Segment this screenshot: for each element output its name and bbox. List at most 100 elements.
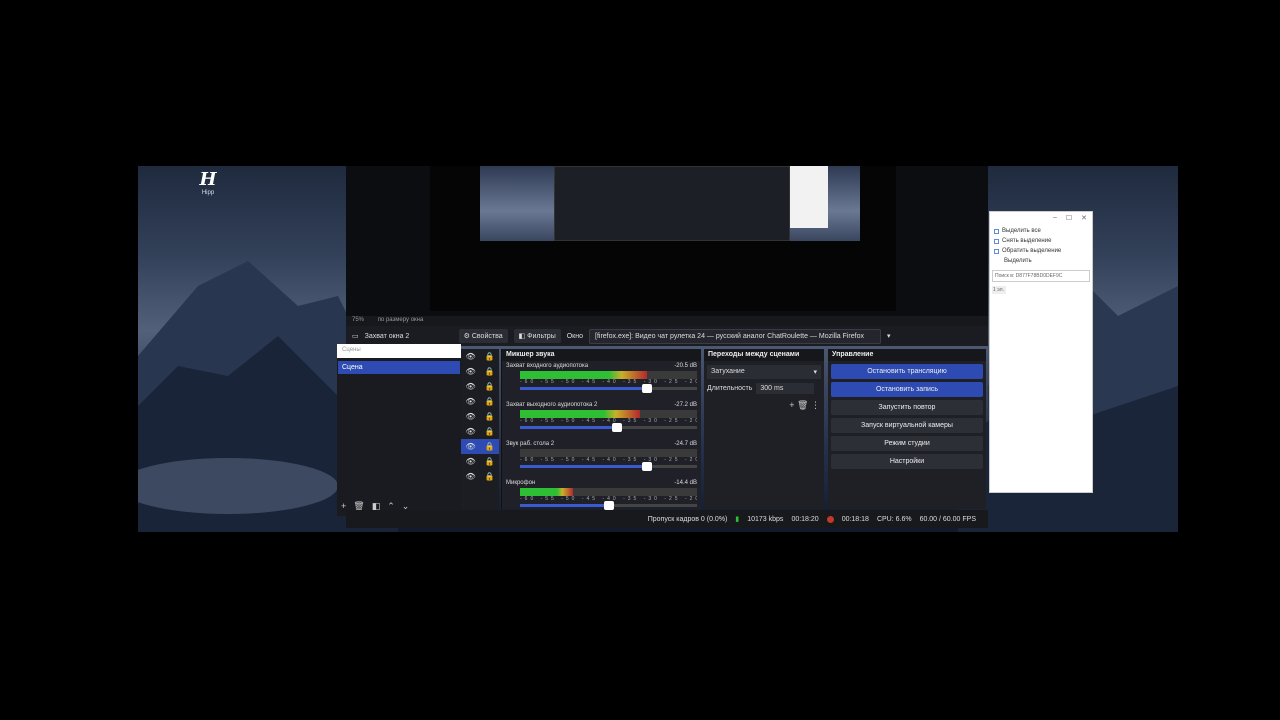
mixer-channel: Захват выходного аудиопотока 2 -27.2 dB … xyxy=(502,400,701,439)
channel-header: Захват выходного аудиопотока 2 -27.2 dB xyxy=(506,402,697,408)
eye-icon[interactable]: 👁 xyxy=(465,367,475,376)
eye-icon[interactable]: 👁 xyxy=(465,457,475,466)
channel-db: -14.4 dB xyxy=(674,480,697,486)
source-row[interactable]: 👁 🔒 xyxy=(461,469,499,484)
source-row[interactable]: 👁 🔒 xyxy=(461,379,499,394)
source-row[interactable]: 👁 🔒 xyxy=(461,364,499,379)
eye-icon[interactable]: 👁 xyxy=(465,442,475,451)
meter-ticks: -60 -55 -50 -45 -40 -35 -30 -25 -20 -15 … xyxy=(520,418,697,424)
lock-icon[interactable]: 🔒 xyxy=(485,427,495,436)
channel-header: Захват входного аудиопотока -20.5 dB xyxy=(506,363,697,369)
level-fill xyxy=(520,410,641,418)
audio-mixer-dock: Микшер звука Захват входного аудиопотока… xyxy=(501,349,701,510)
level-fill xyxy=(520,488,574,496)
explorer-search-input[interactable]: Поиск в: D877F78BD0DEF9C xyxy=(992,270,1090,282)
chevron-down-icon[interactable]: ▾ xyxy=(887,332,891,340)
lock-icon[interactable]: 🔒 xyxy=(485,457,495,466)
zoom-bar[interactable]: 75% по размеру окна xyxy=(346,316,988,326)
desktop-app-icon[interactable]: H Hipp xyxy=(196,170,220,197)
source-row[interactable]: 👁 🔒 xyxy=(461,409,499,424)
desktop-frame: H Hipp 75% по размеру окна ▭ Захват окна… xyxy=(138,166,1178,532)
eye-icon[interactable]: 👁 xyxy=(465,427,475,436)
volume-knob[interactable] xyxy=(642,384,653,393)
source-row[interactable]: 👁 🔒 xyxy=(461,394,499,409)
window-label: Окно xyxy=(566,332,583,340)
maximize-icon[interactable]: ☐ xyxy=(1066,214,1072,224)
eye-icon[interactable]: 👁 xyxy=(465,382,475,391)
volume-knob[interactable] xyxy=(603,501,614,510)
duration-input[interactable]: 300 ms xyxy=(756,383,815,394)
level-fill xyxy=(520,371,648,379)
select-icon xyxy=(994,228,999,234)
volume-fill xyxy=(520,387,648,390)
eye-icon[interactable]: 👁 xyxy=(465,352,475,361)
more-icon[interactable]: ⋮ xyxy=(811,400,820,410)
lock-icon[interactable]: 🔒 xyxy=(485,472,495,481)
lock-icon[interactable]: 🔒 xyxy=(485,397,495,406)
replay-button[interactable]: Запустить повтор xyxy=(831,400,983,415)
group-label: Выделить xyxy=(990,256,1092,266)
window-select[interactable]: [firefox.exe]: Видео чат рулетка 24 — ру… xyxy=(589,328,881,344)
volume-knob[interactable] xyxy=(642,462,653,471)
source-row[interactable]: 👁 🔒 xyxy=(461,349,499,364)
mixer-channel: Захват входного аудиопотока -20.5 dB -60… xyxy=(502,361,701,400)
select-all-item[interactable]: Выделить все xyxy=(990,226,1092,236)
volume-slider[interactable] xyxy=(520,384,697,393)
record-time: 00:18:18 xyxy=(841,515,869,523)
select-icon xyxy=(994,248,999,254)
deselect-item[interactable]: Снять выделение xyxy=(990,236,1092,246)
scene-search-input[interactable]: Сцены xyxy=(337,344,461,358)
controls-dock: Управление Остановить трансляцию Останов… xyxy=(828,349,986,509)
trash-icon[interactable]: 🗑 xyxy=(797,400,808,410)
properties-button[interactable]: ⚙ Свойства xyxy=(458,329,508,343)
bitrate: 10173 kbps xyxy=(747,515,784,523)
zoom-label[interactable]: по размеру окна xyxy=(378,317,424,323)
eye-icon[interactable]: 👁 xyxy=(465,412,475,421)
status-bar: Пропуск кадров 0 (0.0%) ▮ 10173 kbps 00:… xyxy=(346,510,988,528)
source-toolbar: ▭ Захват окна 2 ⚙ Свойства ◧ Фильтры Окн… xyxy=(346,326,988,346)
virtual-camera-button[interactable]: Запуск виртуальной камеры xyxy=(831,418,983,433)
transitions-dock: Переходы между сценами Затухание ▾ Длител… xyxy=(704,349,824,509)
settings-button[interactable]: Настройки xyxy=(831,454,983,469)
scene-item[interactable]: Сцена xyxy=(338,361,460,374)
lock-icon[interactable]: 🔒 xyxy=(485,382,495,391)
lock-icon[interactable]: 🔒 xyxy=(485,367,495,376)
invert-selection-item[interactable]: Обратить выделение xyxy=(990,246,1092,256)
eye-icon[interactable]: 👁 xyxy=(465,397,475,406)
deselect-label: Снять выделение xyxy=(1002,238,1052,244)
duration-row: Длительность 300 ms xyxy=(704,383,824,394)
lock-icon[interactable]: 🔒 xyxy=(485,442,495,451)
filters-button[interactable]: ◧ Фильтры xyxy=(513,329,561,343)
volume-knob[interactable] xyxy=(612,423,623,432)
desktop-app-label: Hipp xyxy=(201,190,215,196)
studio-mode-button[interactable]: Режим студии xyxy=(831,436,983,451)
duration-label: Длительность xyxy=(707,385,753,392)
controls-title: Управление xyxy=(828,349,986,361)
volume-slider[interactable] xyxy=(520,462,697,471)
lock-icon[interactable]: 🔒 xyxy=(485,352,495,361)
explorer-titlebar: – ☐ ✕ xyxy=(990,212,1092,226)
source-row-selected[interactable]: 👁 🔒 xyxy=(461,439,499,454)
channel-name: Захват выходного аудиопотока 2 xyxy=(506,402,598,408)
nested-white-window xyxy=(790,166,828,228)
volume-slider[interactable] xyxy=(520,423,697,432)
stop-record-button[interactable]: Остановить запись xyxy=(831,382,983,397)
channel-name: Микрофон xyxy=(506,480,536,486)
minimize-icon[interactable]: – xyxy=(1053,214,1057,224)
source-row[interactable]: 👁 🔒 xyxy=(461,454,499,469)
level-meter xyxy=(520,488,697,496)
dropped-frames: Пропуск кадров 0 (0.0%) xyxy=(647,515,728,523)
lock-icon[interactable]: 🔒 xyxy=(485,412,495,421)
close-icon[interactable]: ✕ xyxy=(1081,214,1087,224)
eye-icon[interactable]: 👁 xyxy=(465,472,475,481)
level-meter xyxy=(520,449,697,457)
cpu-usage: CPU: 6.6% xyxy=(876,515,912,523)
window-capture-icon: ▭ xyxy=(352,333,359,340)
stop-stream-button[interactable]: Остановить трансляцию xyxy=(831,364,983,379)
source-row[interactable]: 👁 🔒 xyxy=(461,424,499,439)
level-meter xyxy=(520,410,697,418)
transition-select[interactable]: Затухание ▾ xyxy=(707,365,821,379)
add-icon[interactable]: + xyxy=(789,400,794,410)
channel-db: -24.7 dB xyxy=(674,441,697,447)
volume-slider[interactable] xyxy=(520,501,697,510)
